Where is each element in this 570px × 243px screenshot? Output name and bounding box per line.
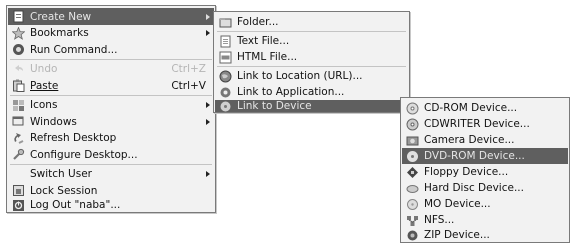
menu-item-label: Link to Application... [237,86,345,98]
menu-separator [10,95,212,96]
menu-item-label: Text File... [237,35,290,47]
text-file-icon [219,35,232,48]
menu-item-link-to-device[interactable]: Link to Device [215,100,408,112]
cdwriter-icon [406,118,419,131]
menu-separator [10,59,212,60]
menu-item-nfs[interactable]: NFS... [402,212,568,228]
cdrom-icon [406,102,419,115]
menu-item-label: Link to Device [237,100,312,112]
html-file-icon [219,51,232,64]
paste-icon [12,79,25,92]
menu-item-label: Camera Device... [424,134,515,146]
menu-item-label: Create New [30,10,92,23]
menu-item-label: Windows [30,115,77,128]
menu-item-create-new[interactable]: Create New [8,8,214,25]
menu-item-paste[interactable]: Paste Ctrl+V [8,77,214,94]
menu-item-hard-disc-device[interactable]: Hard Disc Device... [402,180,568,196]
menu-item-label: HTML File... [237,51,298,63]
mo-icon [406,198,419,211]
menu-item-label: Link to Location (URL)... [237,70,363,82]
menu-item-label: Lock Session [30,184,98,197]
menu-item-zip-device[interactable]: ZIP Device... [402,228,568,242]
menu-item-cdwriter-device[interactable]: CDWRITER Device... [402,116,568,132]
menu-item-dvdrom-device[interactable]: DVD-ROM Device... [402,148,568,164]
menu-item-camera-device[interactable]: Camera Device... [402,132,568,148]
menu-item-label: Configure Desktop... [30,148,138,161]
menu-item-text-file[interactable]: Text File... [215,33,408,49]
link-to-device-submenu: CD-ROM Device... CDWRITER Device... Came… [400,97,570,243]
menu-item-label: DVD-ROM Device... [424,150,525,162]
menu-item-mo-device[interactable]: MO Device... [402,196,568,212]
menu-item-link-to-location[interactable]: Link to Location (URL)... [215,68,408,84]
menu-item-undo[interactable]: Undo Ctrl+Z [8,61,214,77]
logout-icon [12,199,25,212]
menu-item-label: CDWRITER Device... [424,118,530,130]
menu-item-refresh-desktop[interactable]: Refresh Desktop [8,130,214,146]
menu-item-label: Undo [30,63,58,75]
menu-shortcut: Ctrl+V [171,79,206,92]
run-icon [12,43,25,56]
menu-item-label: MO Device... [424,198,491,210]
submenu-arrow-icon [206,102,210,108]
nfs-icon [406,214,419,227]
menu-separator [217,31,406,32]
gear-icon [219,86,232,99]
menu-item-icons[interactable]: Icons [8,97,214,113]
menu-item-label: Bookmarks [30,27,89,39]
menu-item-label: Run Command... [30,43,118,56]
menu-item-link-to-application[interactable]: Link to Application... [215,84,408,100]
menu-item-label: Icons [30,99,58,111]
menu-item-label: CD-ROM Device... [424,102,518,114]
star-icon [12,26,25,40]
floppy-icon [406,166,419,179]
menu-item-log-out[interactable]: Log Out "naba"... [8,199,214,211]
camera-icon [406,134,419,147]
menu-item-run-command[interactable]: Run Command... [8,41,214,58]
menu-item-floppy-device[interactable]: Floppy Device... [402,164,568,180]
menu-item-label: Floppy Device... [424,166,509,178]
menu-shortcut: Ctrl+Z [171,63,206,75]
submenu-arrow-icon [206,30,210,36]
windows-icon [12,115,25,128]
desktop-context-menu: Create New Bookmarks Run Command... Undo… [6,5,216,213]
submenu-arrow-icon [206,13,210,20]
menu-item-label: NFS... [424,214,455,226]
harddisk-icon [406,182,419,195]
menu-item-label: Switch User [30,168,92,180]
menu-item-configure-desktop[interactable]: Configure Desktop... [8,146,214,163]
menu-item-label: ZIP Device... [424,229,490,241]
refresh-icon [12,132,25,145]
menu-item-label: Hard Disc Device... [424,182,524,194]
menu-item-cdrom-device[interactable]: CD-ROM Device... [402,100,568,116]
menu-item-lock-session[interactable]: Lock Session [8,182,214,199]
folder-icon [219,16,232,29]
menu-item-label: Log Out "naba"... [30,199,121,211]
document-icon [12,10,25,23]
device-icon [219,100,232,113]
menu-item-bookmarks[interactable]: Bookmarks [8,25,214,41]
icons-icon [12,99,25,112]
menu-item-folder[interactable]: Folder... [215,14,408,30]
menu-separator [10,164,212,165]
configure-icon [12,148,25,161]
menu-item-windows[interactable]: Windows [8,113,214,130]
dvd-icon [406,150,419,163]
menu-item-switch-user[interactable]: Switch User [8,166,214,182]
menu-separator [217,66,406,67]
menu-item-label: Refresh Desktop [30,132,117,144]
create-new-submenu: Folder... Text File... HTML File... Link… [213,11,410,113]
submenu-arrow-icon [206,118,210,125]
submenu-arrow-icon [206,171,210,177]
menu-item-label: Folder... [237,16,279,28]
globe-icon [219,70,232,83]
menu-item-label: Paste [30,79,59,92]
menu-item-html-file[interactable]: HTML File... [215,49,408,65]
undo-icon [12,63,25,76]
lock-icon [12,184,25,197]
zip-icon [406,229,419,242]
